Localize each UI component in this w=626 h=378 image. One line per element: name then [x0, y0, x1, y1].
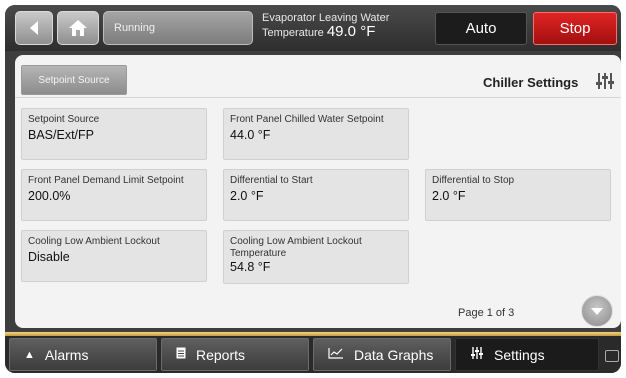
- setting-value: 200.0%: [28, 189, 71, 203]
- evap-value: 49.0 °F: [326, 23, 376, 40]
- scroll-down-button[interactable]: [581, 295, 613, 327]
- nav-reports[interactable]: Reports: [161, 338, 309, 371]
- setpoint-source-button[interactable]: Setpoint Source: [21, 65, 127, 95]
- setting-card-front-panel-demand-limit-setpoint[interactable]: Front Panel Demand Limit Setpoint 200.0%: [21, 169, 207, 221]
- setting-label: Cooling Low Ambient Lockout: [28, 236, 160, 247]
- sliders-icon[interactable]: [595, 72, 615, 90]
- setting-value: 2.0 °F: [432, 189, 466, 203]
- chat-icon[interactable]: [605, 350, 619, 362]
- auto-button[interactable]: Auto: [435, 12, 527, 45]
- back-button[interactable]: [15, 11, 53, 45]
- report-icon: [176, 347, 186, 362]
- setting-card-cooling-low-ambient-lockout-temperature[interactable]: Cooling Low Ambient Lockout Temperature …: [223, 230, 409, 284]
- setting-card-front-panel-chilled-water-setpoint[interactable]: Front Panel Chilled Water Setpoint 44.0 …: [223, 108, 409, 160]
- chevron-down-icon: [591, 308, 603, 315]
- setting-card-differential-to-stop[interactable]: Differential to Stop 2.0 °F: [425, 169, 611, 221]
- stop-button[interactable]: Stop: [533, 12, 617, 45]
- setting-value: 54.8 °F: [230, 260, 271, 274]
- evaporator-leaving-water-readout: Evaporator Leaving Water Temperature 49.…: [262, 11, 432, 47]
- setting-label: Differential to Stop: [432, 175, 515, 186]
- evap-label-line2: Temperature: [262, 27, 324, 39]
- nav-data-graphs[interactable]: Data Graphs: [313, 338, 451, 371]
- setting-label: Differential to Start: [230, 175, 313, 186]
- nav-settings-label: Settings: [494, 346, 545, 363]
- nav-reports-label: Reports: [196, 346, 246, 363]
- setting-label: Front Panel Demand Limit Setpoint: [28, 175, 184, 186]
- setting-card-cooling-low-ambient-lockout[interactable]: Cooling Low Ambient Lockout Disable: [21, 230, 207, 282]
- bottom-nav: ▲ Alarms Reports Data Graphs Settings: [5, 336, 621, 373]
- setting-card-setpoint-source[interactable]: Setpoint Source BAS/Ext/FP: [21, 108, 207, 160]
- hmi-frame: Running Evaporator Leaving Water Tempera…: [5, 5, 621, 373]
- setting-value: 2.0 °F: [230, 189, 264, 203]
- setting-value: Disable: [28, 250, 70, 264]
- content-header: Setpoint Source Chiller Settings: [15, 55, 621, 98]
- setting-value: 44.0 °F: [230, 128, 271, 142]
- nav-alarms[interactable]: ▲ Alarms: [9, 338, 157, 371]
- top-bar: Running Evaporator Leaving Water Tempera…: [5, 5, 621, 51]
- home-button[interactable]: [57, 11, 99, 45]
- sliders-icon: [470, 347, 484, 362]
- setting-label: Cooling Low Ambient Lockout Temperature: [230, 236, 362, 259]
- setting-card-differential-to-start[interactable]: Differential to Start 2.0 °F: [223, 169, 409, 221]
- home-icon: [69, 20, 87, 36]
- content-panel: Setpoint Source Chiller Settings Setpoin…: [15, 55, 621, 328]
- nav-alarms-label: Alarms: [44, 346, 89, 363]
- page-title: Chiller Settings: [483, 75, 579, 90]
- alarm-triangle-icon: ▲: [24, 348, 35, 361]
- page-indicator: Page 1 of 3: [458, 307, 515, 319]
- back-arrow-icon: [30, 21, 38, 35]
- setting-label: Front Panel Chilled Water Setpoint: [230, 114, 384, 125]
- nav-data-graphs-label: Data Graphs: [354, 346, 434, 363]
- setting-label: Setpoint Source: [28, 114, 100, 125]
- graph-icon: [328, 347, 344, 362]
- status-indicator: Running: [103, 11, 253, 45]
- setting-value: BAS/Ext/FP: [28, 128, 94, 142]
- nav-settings[interactable]: Settings: [455, 338, 599, 371]
